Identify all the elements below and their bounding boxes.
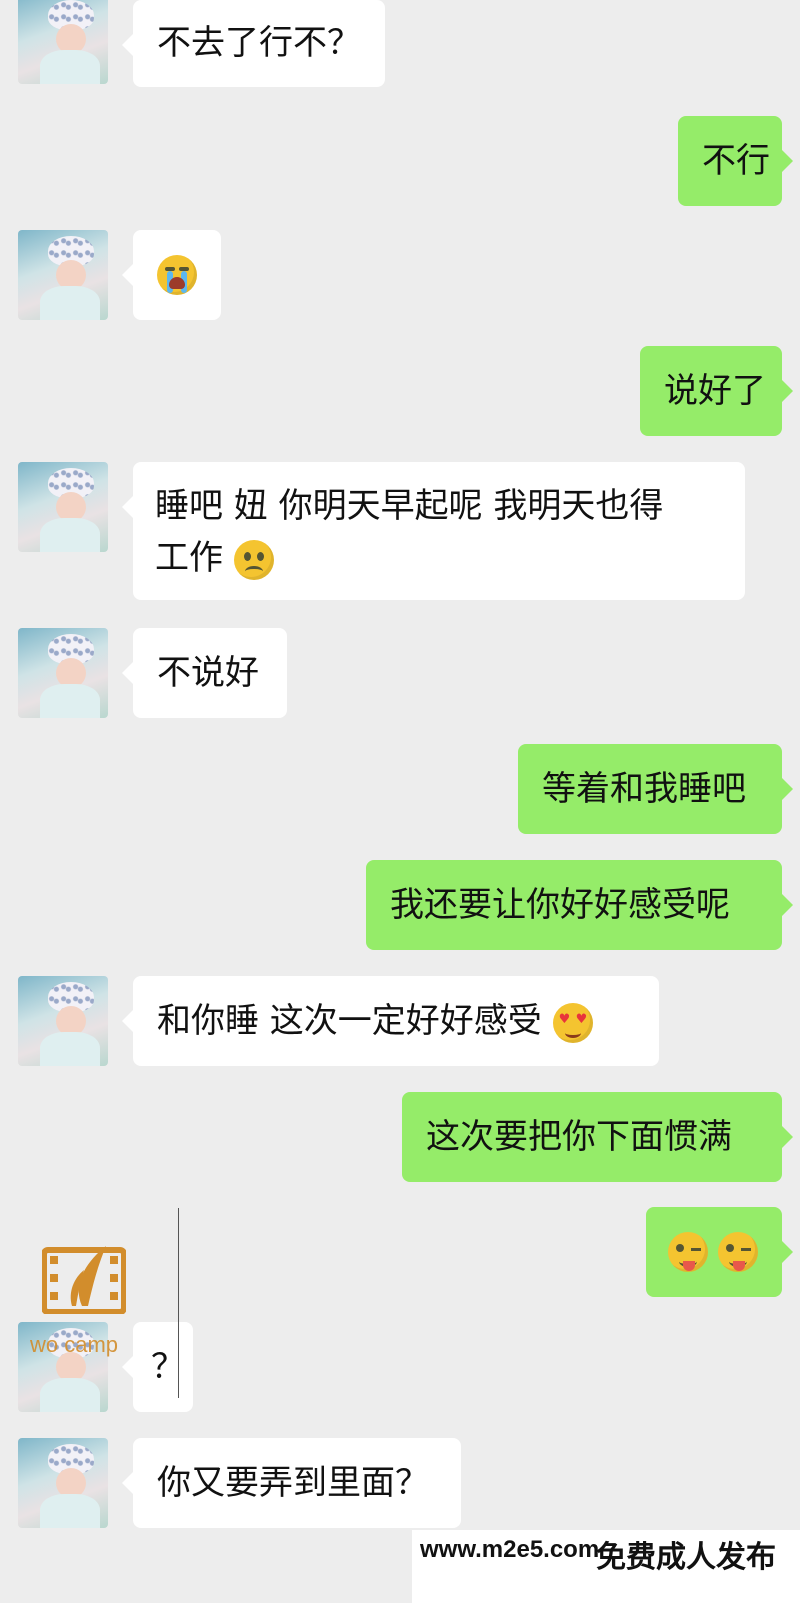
- contact-avatar[interactable]: [18, 0, 108, 84]
- outgoing-bubble[interactable]: 不行: [678, 116, 793, 206]
- contact-avatar[interactable]: [18, 628, 108, 718]
- incoming-bubble[interactable]: 和你睡 这次一定好好感受 ♥ ♥: [122, 976, 659, 1066]
- outgoing-bubble[interactable]: [646, 1207, 793, 1297]
- incoming-bubble[interactable]: 你又要弄到里面？: [122, 1438, 461, 1528]
- message-line: 工作: [155, 532, 723, 584]
- outgoing-bubble[interactable]: 说好了: [640, 346, 793, 436]
- text-cursor-line: [178, 1208, 179, 1398]
- watermark-caption: 免费成人发布: [596, 1540, 776, 1575]
- message-text: 和你睡 这次一定好好感受: [157, 1001, 542, 1041]
- outgoing-bubble[interactable]: 我还要让你好好感受呢: [366, 860, 793, 950]
- message-text: 工作: [155, 538, 223, 578]
- tongue-wink-emoji-icon: [718, 1232, 758, 1272]
- outgoing-bubble[interactable]: 这次要把你下面惯满: [402, 1092, 793, 1182]
- contact-avatar[interactable]: [18, 976, 108, 1066]
- contact-avatar[interactable]: [18, 1438, 108, 1528]
- watermark-url: www.m2e5.com: [420, 1536, 600, 1563]
- contact-avatar[interactable]: [18, 230, 108, 320]
- crying-emoji-icon: [157, 255, 197, 295]
- incoming-bubble[interactable]: ？: [122, 1322, 193, 1412]
- message-line: 睡吧 妞 你明天早起呢 我明天也得: [155, 486, 664, 526]
- footer-watermark: www.m2e5.com 免费成人发布: [412, 1530, 800, 1603]
- incoming-bubble[interactable]: 睡吧 妞 你明天早起呢 我明天也得 工作: [122, 462, 745, 600]
- incoming-bubble[interactable]: [122, 230, 221, 320]
- watermark-text: wo camp: [30, 1332, 119, 1357]
- heart-eyes-emoji-icon: ♥ ♥: [552, 1002, 593, 1043]
- sad-emoji-icon: [233, 539, 274, 580]
- outgoing-bubble[interactable]: 等着和我睡吧: [518, 744, 793, 834]
- incoming-bubble[interactable]: 不去了行不？: [122, 0, 385, 87]
- tongue-wink-emoji-icon: [668, 1232, 708, 1272]
- incoming-bubble[interactable]: 不说好: [122, 628, 287, 718]
- contact-avatar[interactable]: [18, 462, 108, 552]
- watermark-logo-icon: [42, 1246, 126, 1314]
